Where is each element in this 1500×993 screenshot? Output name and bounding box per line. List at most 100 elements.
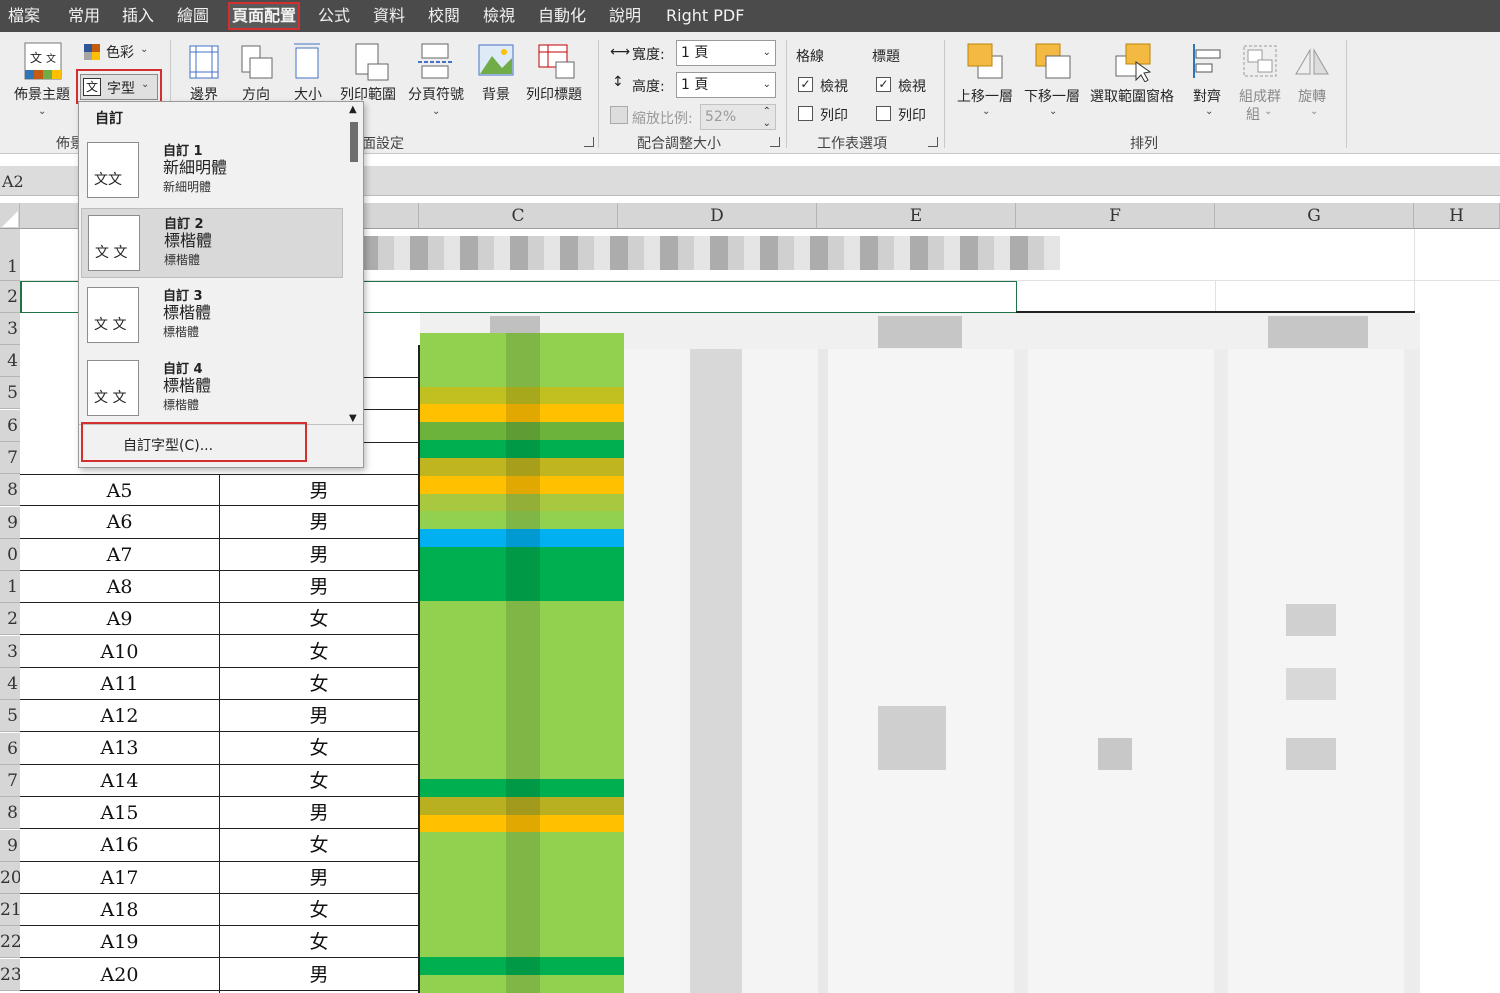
- cell-gender[interactable]: 女: [220, 926, 419, 959]
- scroll-down-icon[interactable]: ▼: [349, 413, 357, 424]
- column-header-g[interactable]: G: [1215, 203, 1414, 229]
- scale-launcher-icon[interactable]: [770, 137, 780, 147]
- select-all-corner[interactable]: [0, 203, 20, 229]
- cell-id[interactable]: A6: [20, 506, 220, 539]
- menu-view[interactable]: 檢視: [483, 0, 515, 32]
- gridlines-view-checkbox[interactable]: ✓: [798, 77, 813, 92]
- width-select[interactable]: 1 頁 ⌄: [676, 40, 776, 66]
- menu-help[interactable]: 說明: [609, 0, 641, 32]
- row-header[interactable]: 9: [0, 506, 20, 539]
- menu-file[interactable]: 檔案: [8, 0, 40, 32]
- row-header[interactable]: 4: [0, 345, 20, 377]
- cell-gender[interactable]: 男: [220, 538, 419, 571]
- menu-automate[interactable]: 自動化: [538, 0, 586, 32]
- scroll-up-icon[interactable]: ▲: [349, 104, 357, 115]
- row-header[interactable]: 5: [0, 700, 20, 733]
- font-option-custom-3[interactable]: 文 文 自訂 3 標楷體 標楷體: [81, 281, 343, 351]
- cell-gender[interactable]: 女: [220, 829, 419, 862]
- cell-id[interactable]: A11: [20, 667, 220, 701]
- row-header[interactable]: 2: [0, 281, 20, 313]
- row-header[interactable]: 3: [0, 635, 20, 668]
- cell-id[interactable]: A9: [20, 603, 220, 636]
- fonts-button[interactable]: 文 字型 ⌄: [80, 74, 158, 100]
- column-header-e[interactable]: E: [817, 203, 1016, 229]
- cell-id[interactable]: A14: [20, 764, 220, 797]
- row-header[interactable]: 3: [0, 313, 20, 345]
- cell-gender[interactable]: 男: [220, 861, 419, 894]
- font-option-custom-1[interactable]: 文文 自訂 1 新細明體 新細明體: [81, 136, 343, 206]
- sheet-options-launcher-icon[interactable]: [928, 137, 938, 147]
- column-header-d[interactable]: D: [618, 203, 817, 229]
- row-header[interactable]: 1: [0, 571, 20, 604]
- column-header-f[interactable]: F: [1016, 203, 1215, 229]
- menu-data[interactable]: 資料: [373, 0, 405, 32]
- row-header[interactable]: 20: [0, 861, 20, 894]
- row-header[interactable]: 7: [0, 764, 20, 797]
- cell-gender[interactable]: 女: [220, 893, 419, 927]
- menu-insert[interactable]: 插入: [122, 0, 154, 32]
- svg-text:文: 文: [46, 52, 56, 65]
- cell-id[interactable]: A13: [20, 732, 220, 765]
- cell-gender[interactable]: 女: [220, 667, 419, 701]
- zoom-value: 52%: [705, 109, 737, 125]
- menu-right-pdf[interactable]: Right PDF: [666, 0, 744, 32]
- cell-gender[interactable]: 男: [220, 506, 419, 539]
- cell-id[interactable]: A17: [20, 861, 220, 894]
- row-header[interactable]: 23: [0, 958, 20, 991]
- row-header[interactable]: 5: [0, 377, 20, 410]
- scrollbar-thumb[interactable]: [350, 122, 358, 162]
- menu-review[interactable]: 校閱: [428, 0, 460, 32]
- menu-draw[interactable]: 繪圖: [177, 0, 209, 32]
- height-select[interactable]: 1 頁 ⌄: [676, 72, 776, 98]
- gridlines-print-checkbox[interactable]: [798, 106, 813, 121]
- cell-id[interactable]: A7: [20, 538, 220, 571]
- row-header[interactable]: 4: [0, 668, 20, 700]
- headings-view-checkbox[interactable]: ✓: [876, 77, 891, 92]
- font-option-custom-4[interactable]: 文 文 自訂 4 標楷體 標楷體: [81, 354, 343, 424]
- sheet-options-group-label: 工作表選項: [817, 136, 887, 152]
- cell-gender[interactable]: 男: [220, 700, 419, 733]
- cell-id[interactable]: A16: [20, 829, 220, 862]
- row-header[interactable]: 7: [0, 441, 20, 474]
- name-box[interactable]: A2: [2, 172, 24, 191]
- cell-id[interactable]: A19: [20, 926, 220, 959]
- cell-gender[interactable]: 女: [220, 603, 419, 636]
- cell-gender[interactable]: 女: [220, 732, 419, 765]
- row-header[interactable]: 6: [0, 732, 20, 765]
- row-header[interactable]: 8: [0, 474, 20, 507]
- menu-page-layout[interactable]: 頁面配置: [228, 2, 301, 30]
- menu-formulas[interactable]: 公式: [318, 0, 350, 32]
- cell-id[interactable]: A15: [20, 797, 220, 830]
- row-header[interactable]: 0: [0, 538, 20, 571]
- page-setup-launcher-icon[interactable]: [584, 137, 594, 147]
- cell-gender[interactable]: 女: [220, 764, 419, 797]
- cell-id[interactable]: A5: [20, 474, 220, 507]
- row-header[interactable]: 2: [0, 603, 20, 636]
- cell-gender[interactable]: 男: [220, 474, 419, 507]
- print-titles-icon: [538, 44, 575, 79]
- cell-gender[interactable]: 男: [220, 958, 419, 991]
- cell-id[interactable]: A10: [20, 635, 220, 668]
- cell-id[interactable]: A20: [20, 958, 220, 991]
- cell-id[interactable]: A8: [20, 570, 220, 604]
- cell-id[interactable]: A12: [20, 700, 220, 733]
- dropdown-scrollbar[interactable]: ▲ ▼: [347, 104, 361, 424]
- zoom-spinner[interactable]: 52% ⌃ ⌄: [700, 104, 776, 130]
- row-header[interactable]: 1: [0, 229, 20, 281]
- menu-home[interactable]: 常用: [68, 0, 100, 32]
- row-header[interactable]: 21: [0, 894, 20, 927]
- cell-gender[interactable]: 男: [220, 570, 419, 604]
- headings-print-checkbox[interactable]: [876, 106, 891, 121]
- row-header[interactable]: 22: [0, 926, 20, 959]
- row-header[interactable]: 8: [0, 797, 20, 830]
- headings-print-label: 列印: [898, 108, 926, 124]
- column-header-h[interactable]: H: [1414, 203, 1500, 229]
- gridlines-view-label: 檢視: [820, 79, 848, 95]
- font-option-custom-2[interactable]: 文 文 自訂 2 標楷體 標楷體: [81, 208, 343, 278]
- cell-gender[interactable]: 女: [220, 635, 419, 668]
- column-header-c[interactable]: C: [419, 203, 618, 229]
- row-header[interactable]: 6: [0, 409, 20, 442]
- cell-gender[interactable]: 男: [220, 797, 419, 830]
- cell-id[interactable]: A18: [20, 893, 220, 927]
- row-header[interactable]: 9: [0, 829, 20, 862]
